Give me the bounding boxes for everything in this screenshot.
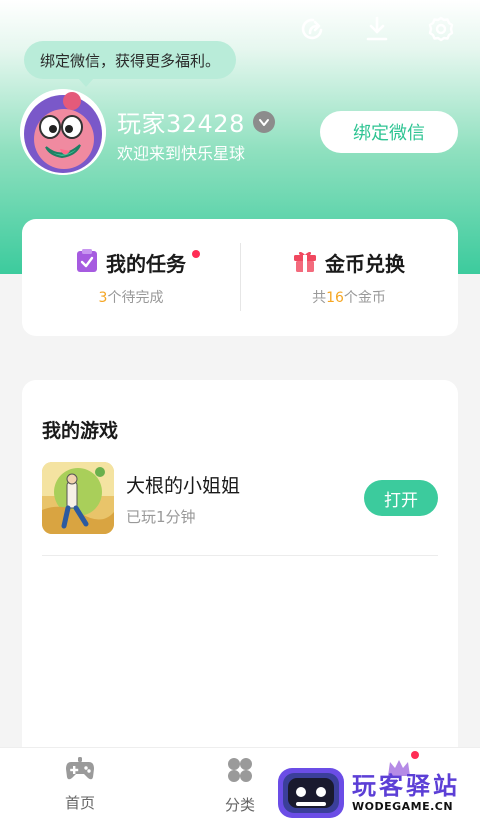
nav-label-home: 首页 xyxy=(64,794,95,812)
gift-icon xyxy=(293,249,317,277)
tasks-title-row: 我的任务 xyxy=(76,248,186,277)
watermark-subtitle: WODEGAME.CN xyxy=(352,800,454,813)
game-list-item[interactable]: 大根的小姐姐 已玩1分钟 打开 xyxy=(42,462,438,534)
gamepad-icon xyxy=(65,756,95,786)
coin-exchange-entry[interactable]: 金币兑换 共16个金币 xyxy=(240,219,458,336)
nav-item-home[interactable]: 首页 xyxy=(40,756,120,813)
verified-badge-icon xyxy=(252,110,275,133)
welcome-text: 欢迎来到快乐星球 xyxy=(117,144,246,163)
my-tasks-entry[interactable]: 我的任务 3个待完成 xyxy=(22,219,240,336)
coins-title: 金币兑换 xyxy=(325,252,405,276)
watermark: 玩客驿站 WODEGAME.CN xyxy=(276,763,480,822)
nav-item-category[interactable]: 分类 xyxy=(200,756,280,815)
task-checklist-icon xyxy=(76,248,98,277)
top-toolbar xyxy=(298,14,456,44)
coins-subtitle: 共16个金币 xyxy=(312,287,386,307)
watermark-text: 玩客驿站 WODEGAME.CN xyxy=(352,772,460,813)
my-games-card: 我的游戏 大根的小姐姐 已玩1分钟 打开 xyxy=(22,380,458,770)
coins-prefix: 共 xyxy=(312,290,327,306)
tasks-notification-dot xyxy=(192,250,200,258)
coins-count: 16 xyxy=(326,290,344,306)
settings-gear-icon[interactable] xyxy=(426,14,456,44)
bind-wechat-button[interactable]: 绑定微信 xyxy=(320,111,458,153)
bind-tip-bubble: 绑定微信，获得更多福利。 xyxy=(24,41,237,87)
coins-suffix: 个金币 xyxy=(343,290,386,306)
game-name[interactable]: 大根的小姐姐 xyxy=(126,471,240,498)
share-icon[interactable] xyxy=(298,14,328,44)
watermark-title: 玩客驿站 xyxy=(352,772,460,800)
my-games-title: 我的游戏 xyxy=(42,420,119,442)
download-icon[interactable] xyxy=(362,14,392,44)
nav-label-category: 分类 xyxy=(224,796,255,814)
game-row-divider xyxy=(42,555,438,556)
coins-title-row: 金币兑换 xyxy=(293,248,405,277)
open-game-button[interactable]: 打开 xyxy=(364,480,438,516)
profile-page: 绑定微信，获得更多福利。 玩家32428 欢迎来到快乐星球 绑定微信 我的任务 … xyxy=(0,0,480,822)
tasks-title: 我的任务 xyxy=(106,252,186,276)
bind-tip-text: 绑定微信，获得更多福利。 xyxy=(40,51,221,70)
nav-notification-dot xyxy=(411,751,419,759)
category-grid-icon xyxy=(226,756,254,788)
avatar[interactable] xyxy=(20,89,106,175)
tasks-pending-suffix: 个待完成 xyxy=(107,290,164,306)
tasks-subtitle: 3个待完成 xyxy=(99,287,164,307)
robot-logo-icon xyxy=(278,767,344,818)
username-row: 玩家32428 xyxy=(117,104,275,139)
game-play-time: 已玩1分钟 xyxy=(126,508,196,526)
stats-card: 我的任务 3个待完成 金币兑换 共16个金币 xyxy=(22,219,458,336)
game-thumbnail[interactable] xyxy=(42,462,114,534)
username: 玩家32428 xyxy=(117,110,245,138)
